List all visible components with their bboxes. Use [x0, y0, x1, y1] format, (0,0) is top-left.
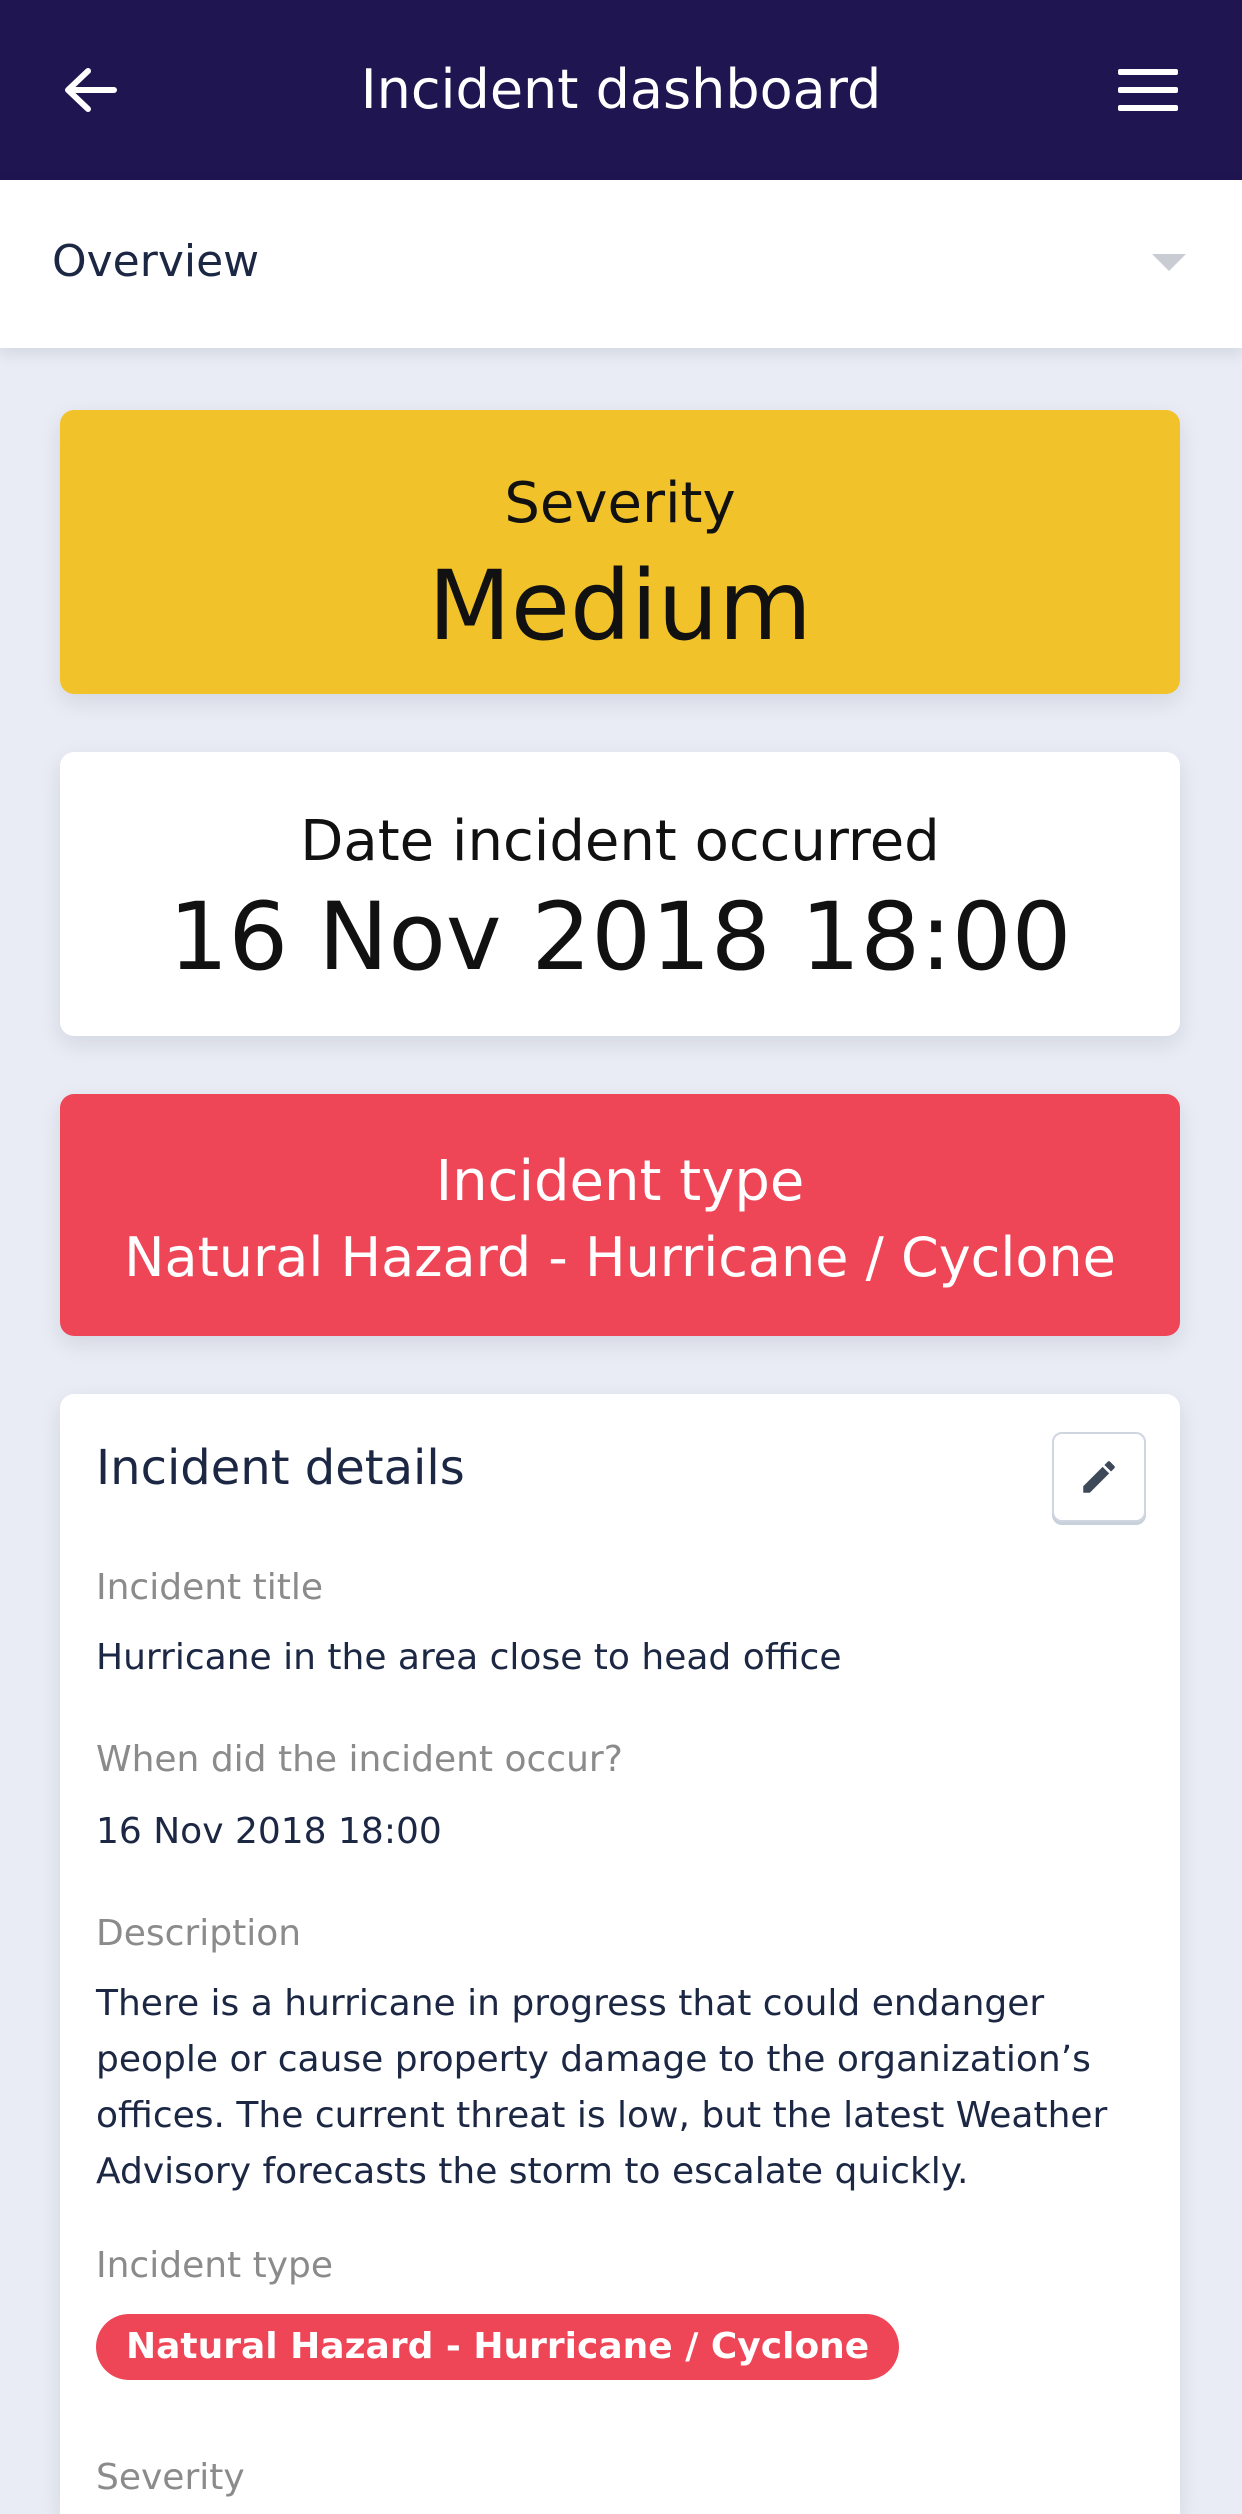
- incident-type-card-value: Natural Hazard - Hurricane / Cyclone: [124, 1226, 1116, 1289]
- menu-button[interactable]: [1112, 62, 1184, 118]
- incident-type-card-label: Incident type: [435, 1149, 805, 1214]
- description-label: Description: [96, 1913, 302, 1954]
- incident-type-badge: Natural Hazard - Hurricane / Cyclone: [96, 2314, 900, 2380]
- incident-details-card: Incident details Incident title Hurrican…: [60, 1394, 1180, 2514]
- date-card-value: 16 Nov 2018 18:00: [168, 883, 1072, 992]
- incident-type-label: Incident type: [96, 2245, 334, 2286]
- incident-when-value: 16 Nov 2018 18:00: [96, 1811, 442, 1852]
- severity-card-value: Medium: [428, 550, 812, 662]
- incident-type-card: Incident type Natural Hazard - Hurricane…: [60, 1094, 1180, 1336]
- description-value: There is a hurricane in progress that co…: [96, 1983, 1108, 2192]
- incident-when-label: When did the incident occur?: [96, 1739, 623, 1780]
- section-selector-value: Overview: [52, 236, 260, 287]
- severity-card-label: Severity: [504, 471, 736, 536]
- incident-details-heading: Incident details: [96, 1440, 465, 1496]
- hamburger-menu-icon: [1118, 69, 1178, 111]
- severity-label: Severity: [96, 2457, 245, 2498]
- date-card-label: Date incident occurred: [300, 809, 940, 874]
- severity-card: Severity Medium: [60, 410, 1180, 694]
- caret-down-icon: [1152, 254, 1186, 271]
- date-card: Date incident occurred 16 Nov 2018 18:00: [60, 752, 1180, 1036]
- incident-title-value: Hurricane in the area close to head offi…: [96, 1637, 842, 1678]
- section-selector[interactable]: Overview: [0, 180, 1242, 348]
- edit-details-button[interactable]: [1052, 1432, 1146, 1522]
- incident-title-label: Incident title: [96, 1567, 323, 1608]
- app-bar: Incident dashboard: [0, 0, 1242, 180]
- page-title: Incident dashboard: [360, 58, 882, 121]
- pencil-icon: [1083, 1461, 1115, 1493]
